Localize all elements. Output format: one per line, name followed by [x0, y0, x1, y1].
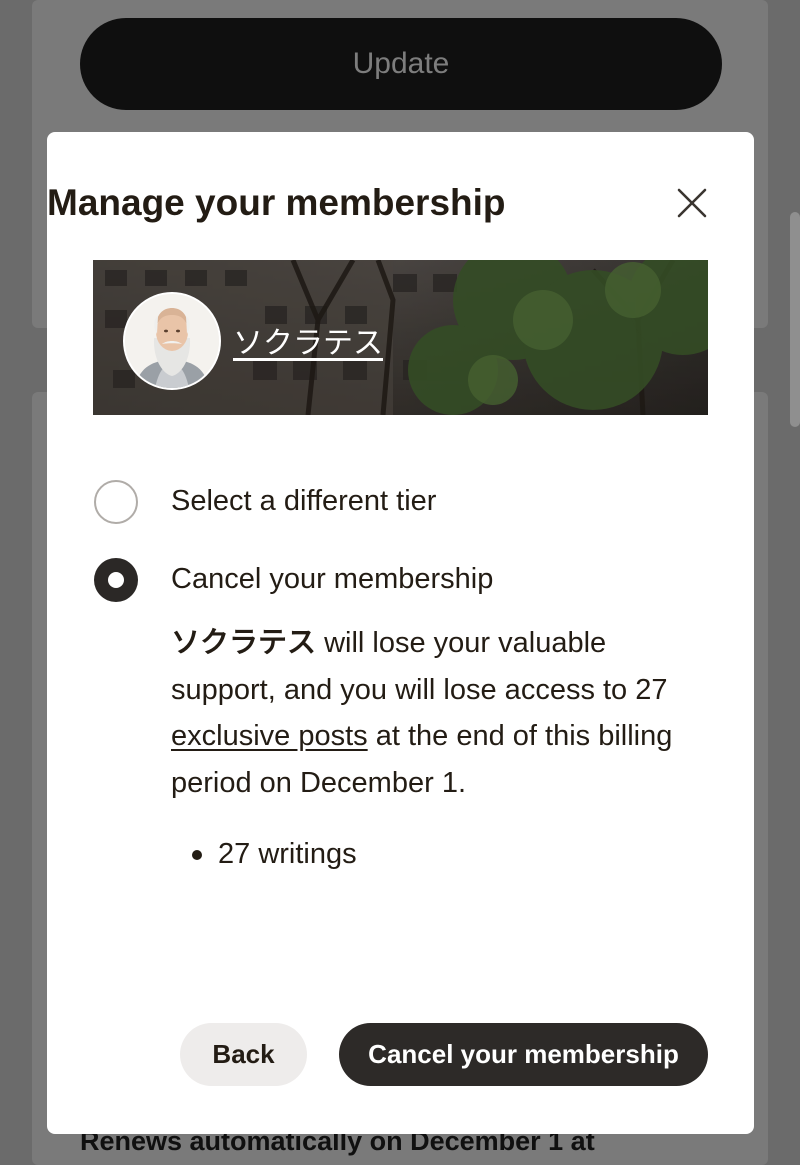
description-creator-name: ソクラテス	[171, 627, 317, 659]
creator-name-link[interactable]: ソクラテス	[233, 318, 383, 362]
exclusive-posts-link[interactable]: exclusive posts	[171, 720, 368, 752]
cancel-description: ソクラテス will lose your valuable support, a…	[171, 620, 711, 806]
option-label-different-tier[interactable]: Select a different tier	[171, 485, 436, 518]
radio-select-different-tier[interactable]	[94, 480, 138, 524]
socrates-bust-icon	[125, 294, 219, 388]
back-button[interactable]: Back	[180, 1023, 307, 1086]
benefits-list: 27 writings	[192, 838, 357, 871]
bullet-icon	[192, 850, 202, 861]
cancel-membership-button[interactable]: Cancel your membership	[339, 1023, 708, 1086]
benefit-item: 27 writings	[218, 838, 357, 870]
modal-title: Manage your membership	[47, 182, 506, 223]
creator-avatar[interactable]	[123, 292, 221, 390]
radio-cancel-membership[interactable]	[94, 558, 138, 602]
close-icon[interactable]	[673, 184, 711, 222]
update-button[interactable]: Update	[80, 18, 722, 110]
option-label-cancel-membership[interactable]: Cancel your membership	[171, 563, 493, 596]
scrollbar-thumb[interactable]	[790, 212, 800, 427]
